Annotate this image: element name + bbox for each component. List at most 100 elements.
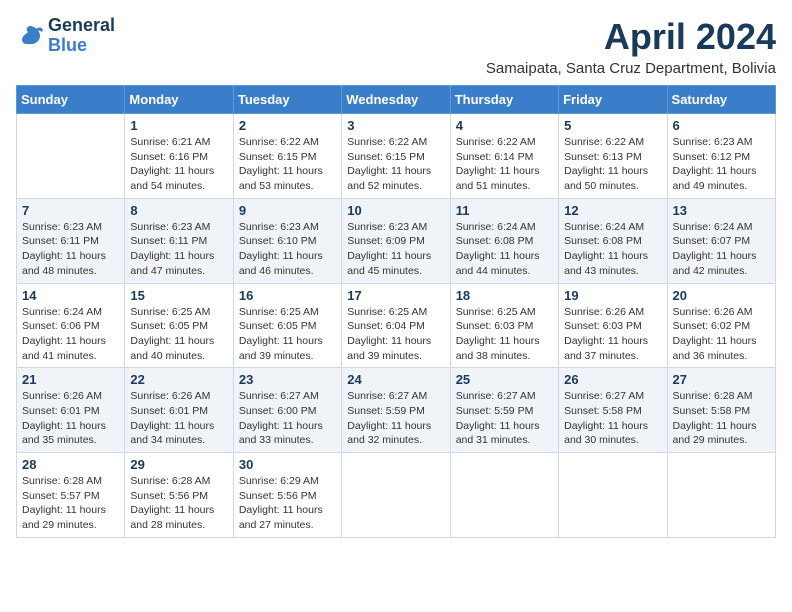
- day-info: Sunrise: 6:25 AMSunset: 6:05 PMDaylight:…: [130, 305, 227, 364]
- calendar-day-cell: 19 Sunrise: 6:26 AMSunset: 6:03 PMDayligh…: [559, 283, 667, 368]
- calendar-day-cell: 17 Sunrise: 6:25 AMSunset: 6:04 PMDayligh…: [342, 283, 450, 368]
- day-number: 19: [564, 288, 661, 303]
- day-number: 20: [673, 288, 770, 303]
- weekday-header: Monday: [125, 86, 233, 114]
- calendar-day-cell: [559, 453, 667, 538]
- calendar-day-cell: 28 Sunrise: 6:28 AMSunset: 5:57 PMDayligh…: [17, 453, 125, 538]
- calendar-day-cell: 25 Sunrise: 6:27 AMSunset: 5:59 PMDayligh…: [450, 368, 558, 453]
- calendar-week-row: 1 Sunrise: 6:21 AMSunset: 6:16 PMDaylight…: [17, 114, 776, 199]
- calendar-day-cell: 2 Sunrise: 6:22 AMSunset: 6:15 PMDaylight…: [233, 114, 341, 199]
- day-number: 17: [347, 288, 444, 303]
- calendar-day-cell: 16Sunrise: 6:25 AMSunset: 6:05 PMDayligh…: [233, 283, 341, 368]
- day-info: Sunrise: 6:23 AMSunset: 6:12 PMDaylight:…: [673, 135, 770, 194]
- weekday-header-row: SundayMondayTuesdayWednesdayThursdayFrid…: [17, 86, 776, 114]
- day-number: 27: [673, 372, 770, 387]
- calendar-day-cell: 15 Sunrise: 6:25 AMSunset: 6:05 PMDayligh…: [125, 283, 233, 368]
- day-number: 22: [130, 372, 227, 387]
- month-title: April 2024: [486, 16, 776, 58]
- calendar-day-cell: 1 Sunrise: 6:21 AMSunset: 6:16 PMDaylight…: [125, 114, 233, 199]
- day-info: Sunrise: 6:27 AMSunset: 5:59 PMDaylight:…: [347, 389, 444, 448]
- day-number: 5: [564, 118, 661, 133]
- day-info: Sunrise: 6:28 AMSunset: 5:56 PMDaylight:…: [130, 474, 227, 533]
- day-info: Sunrise: 6:22 AMSunset: 6:15 PMDaylight:…: [347, 135, 444, 194]
- day-number: 15: [130, 288, 227, 303]
- day-number: 6: [673, 118, 770, 133]
- day-info: Sunrise: 6:23 AMSunset: 6:09 PMDaylight:…: [347, 220, 444, 279]
- day-info: Sunrise: 6:22 AMSunset: 6:15 PMDaylight:…: [239, 135, 336, 194]
- day-info: Sunrise: 6:28 AMSunset: 5:58 PMDaylight:…: [673, 389, 770, 448]
- day-info: Sunrise: 6:26 AMSunset: 6:02 PMDaylight:…: [673, 305, 770, 364]
- calendar-day-cell: 14Sunrise: 6:24 AMSunset: 6:06 PMDayligh…: [17, 283, 125, 368]
- day-info: Sunrise: 6:27 AMSunset: 5:59 PMDaylight:…: [456, 389, 553, 448]
- calendar-day-cell: 11 Sunrise: 6:24 AMSunset: 6:08 PMDayligh…: [450, 198, 558, 283]
- day-number: 3: [347, 118, 444, 133]
- day-number: 13: [673, 203, 770, 218]
- calendar-day-cell: 4 Sunrise: 6:22 AMSunset: 6:14 PMDaylight…: [450, 114, 558, 199]
- calendar-day-cell: 23 Sunrise: 6:27 AMSunset: 6:00 PMDayligh…: [233, 368, 341, 453]
- day-info: Sunrise: 6:23 AMSunset: 6:11 PMDaylight:…: [130, 220, 227, 279]
- day-info: Sunrise: 6:24 AMSunset: 6:08 PMDaylight:…: [564, 220, 661, 279]
- day-number: 9: [239, 203, 336, 218]
- day-number: 7: [22, 203, 119, 218]
- weekday-header: Thursday: [450, 86, 558, 114]
- weekday-header: Wednesday: [342, 86, 450, 114]
- calendar-day-cell: 13 Sunrise: 6:24 AMSunset: 6:07 PMDayligh…: [667, 198, 775, 283]
- day-info: Sunrise: 6:28 AMSunset: 5:57 PMDaylight:…: [22, 474, 119, 533]
- calendar-day-cell: 8 Sunrise: 6:23 AMSunset: 6:11 PMDaylight…: [125, 198, 233, 283]
- day-info: Sunrise: 6:25 AMSunset: 6:04 PMDaylight:…: [347, 305, 444, 364]
- weekday-header: Friday: [559, 86, 667, 114]
- calendar-day-cell: 27 Sunrise: 6:28 AMSunset: 5:58 PMDayligh…: [667, 368, 775, 453]
- day-number: 23: [239, 372, 336, 387]
- calendar-day-cell: 21Sunrise: 6:26 AMSunset: 6:01 PMDayligh…: [17, 368, 125, 453]
- day-info: Sunrise: 6:26 AMSunset: 6:01 PMDaylight:…: [130, 389, 227, 448]
- calendar-week-row: 28 Sunrise: 6:28 AMSunset: 5:57 PMDayligh…: [17, 453, 776, 538]
- weekday-header: Saturday: [667, 86, 775, 114]
- calendar-table: SundayMondayTuesdayWednesdayThursdayFrid…: [16, 85, 776, 538]
- day-number: 29: [130, 457, 227, 472]
- calendar-day-cell: [667, 453, 775, 538]
- day-info: Sunrise: 6:27 AMSunset: 6:00 PMDaylight:…: [239, 389, 336, 448]
- day-info: Sunrise: 6:24 AMSunset: 6:07 PMDaylight:…: [673, 220, 770, 279]
- day-number: 18: [456, 288, 553, 303]
- day-number: 8: [130, 203, 227, 218]
- logo-text: General Blue: [48, 16, 115, 56]
- day-info: Sunrise: 6:21 AMSunset: 6:16 PMDaylight:…: [130, 135, 227, 194]
- day-number: 4: [456, 118, 553, 133]
- calendar-week-row: 21Sunrise: 6:26 AMSunset: 6:01 PMDayligh…: [17, 368, 776, 453]
- day-info: Sunrise: 6:27 AMSunset: 5:58 PMDaylight:…: [564, 389, 661, 448]
- day-number: 12: [564, 203, 661, 218]
- calendar-day-cell: 29 Sunrise: 6:28 AMSunset: 5:56 PMDayligh…: [125, 453, 233, 538]
- day-info: Sunrise: 6:23 AMSunset: 6:11 PMDaylight:…: [22, 220, 119, 279]
- calendar-day-cell: 7 Sunrise: 6:23 AMSunset: 6:11 PMDaylight…: [17, 198, 125, 283]
- day-info: Sunrise: 6:24 AMSunset: 6:08 PMDaylight:…: [456, 220, 553, 279]
- calendar-day-cell: 5 Sunrise: 6:22 AMSunset: 6:13 PMDaylight…: [559, 114, 667, 199]
- calendar-day-cell: 6 Sunrise: 6:23 AMSunset: 6:12 PMDaylight…: [667, 114, 775, 199]
- day-number: 10: [347, 203, 444, 218]
- day-number: 11: [456, 203, 553, 218]
- page-header: General Blue April 2024 Samaipata, Santa…: [16, 16, 776, 77]
- day-number: 1: [130, 118, 227, 133]
- day-number: 28: [22, 457, 119, 472]
- calendar-day-cell: 10 Sunrise: 6:23 AMSunset: 6:09 PMDayligh…: [342, 198, 450, 283]
- calendar-day-cell: 20 Sunrise: 6:26 AMSunset: 6:02 PMDayligh…: [667, 283, 775, 368]
- day-info: Sunrise: 6:22 AMSunset: 6:14 PMDaylight:…: [456, 135, 553, 194]
- weekday-header: Sunday: [17, 86, 125, 114]
- logo: General Blue: [16, 16, 115, 56]
- logo-icon: [16, 22, 44, 50]
- day-info: Sunrise: 6:26 AMSunset: 6:03 PMDaylight:…: [564, 305, 661, 364]
- day-number: 30: [239, 457, 336, 472]
- day-info: Sunrise: 6:25 AMSunset: 6:03 PMDaylight:…: [456, 305, 553, 364]
- title-block: April 2024 Samaipata, Santa Cruz Departm…: [486, 16, 776, 77]
- day-number: 25: [456, 372, 553, 387]
- day-number: 14: [22, 288, 119, 303]
- calendar-day-cell: 3 Sunrise: 6:22 AMSunset: 6:15 PMDaylight…: [342, 114, 450, 199]
- calendar-day-cell: [342, 453, 450, 538]
- calendar-day-cell: [17, 114, 125, 199]
- day-number: 24: [347, 372, 444, 387]
- day-number: 2: [239, 118, 336, 133]
- day-number: 16: [239, 288, 336, 303]
- calendar-day-cell: 26Sunrise: 6:27 AMSunset: 5:58 PMDayligh…: [559, 368, 667, 453]
- calendar-day-cell: 9Sunrise: 6:23 AMSunset: 6:10 PMDaylight…: [233, 198, 341, 283]
- calendar-day-cell: 12 Sunrise: 6:24 AMSunset: 6:08 PMDayligh…: [559, 198, 667, 283]
- day-info: Sunrise: 6:22 AMSunset: 6:13 PMDaylight:…: [564, 135, 661, 194]
